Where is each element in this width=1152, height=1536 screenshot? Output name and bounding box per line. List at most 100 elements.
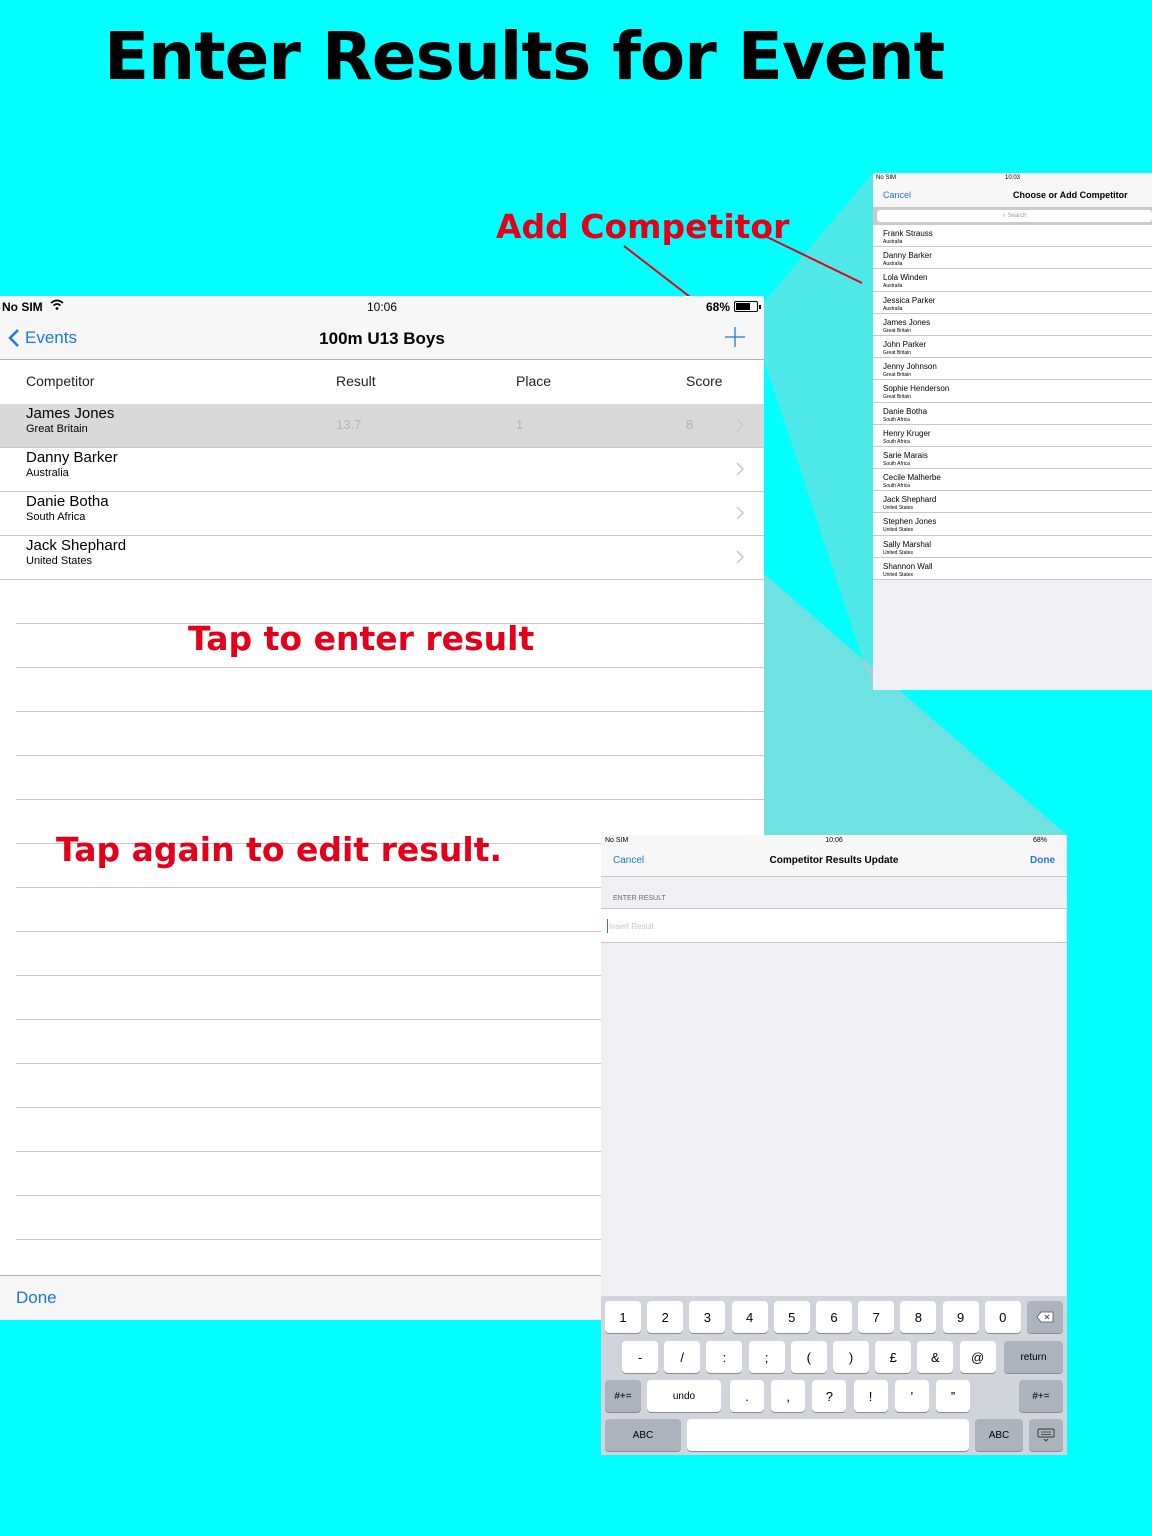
list-item[interactable]: John Parker Great Britain	[873, 336, 1152, 359]
competitor-country: United States	[26, 555, 93, 567]
status-bar: No SIM 10:06 68%	[601, 835, 1067, 847]
key-symbol[interactable]: (	[790, 1341, 827, 1373]
key-punctuation[interactable]: ?	[812, 1380, 847, 1412]
competitor-country: South Africa	[883, 483, 910, 490]
result-field-row	[601, 908, 1067, 943]
list-item[interactable]: Cecile Malherbe South Africa	[873, 469, 1152, 492]
chevron-right-icon	[736, 550, 744, 564]
place-value: 1	[516, 417, 524, 432]
key-symbol[interactable]: /	[664, 1341, 701, 1373]
keyboard-hide-icon	[1037, 1428, 1055, 1442]
symbols-key[interactable]: #+=	[605, 1380, 641, 1412]
key-symbol[interactable]: @	[959, 1341, 996, 1373]
table-row[interactable]: Danny Barker Australia	[0, 448, 764, 492]
competitor-name: Henry Kruger	[883, 428, 931, 438]
key-5[interactable]: 5	[773, 1301, 810, 1333]
key-0[interactable]: 0	[984, 1301, 1021, 1333]
key-punctuation[interactable]: ’	[894, 1380, 929, 1412]
battery-icon	[734, 301, 761, 312]
page-title: 100m U13 Boys	[319, 329, 445, 348]
hide-keyboard-key[interactable]	[1029, 1419, 1063, 1451]
list-item[interactable]: Danie Botha South Africa	[873, 403, 1152, 425]
zoom-wedge-top	[749, 173, 873, 690]
list-item[interactable]: Danny Barker Australia	[873, 247, 1152, 270]
add-competitor-icon[interactable]	[724, 326, 746, 348]
competitor-country: Great Britain	[883, 349, 912, 356]
undo-key[interactable]: undo	[647, 1380, 721, 1412]
battery-percent: 68%	[705, 300, 730, 314]
status-time: 10:06	[825, 837, 843, 844]
list-item[interactable]: Lola Winden Australia	[873, 269, 1152, 292]
list-item[interactable]: Jenny Johnson Great Britain	[873, 358, 1152, 381]
key-4[interactable]: 4	[731, 1301, 768, 1333]
key-7[interactable]: 7	[858, 1301, 895, 1333]
done-button[interactable]: Done	[16, 1288, 57, 1308]
competitor-country: Australia	[883, 261, 903, 268]
competitor-name: Lola Winden	[883, 273, 928, 283]
competitor-name: Jack Shephard	[26, 537, 127, 554]
table-row[interactable]: Jack Shephard United States	[0, 536, 764, 580]
key-symbol[interactable]: -	[622, 1341, 658, 1373]
search-input[interactable]: ⌕ Search	[877, 210, 1152, 222]
callout-tap-again: Tap again to edit result.	[56, 830, 503, 869]
competitor-country: Australia	[883, 283, 903, 290]
chevron-right-icon	[736, 506, 744, 520]
done-button[interactable]: Done	[1030, 855, 1055, 866]
key-6[interactable]: 6	[816, 1301, 852, 1333]
list-item[interactable]: Frank Strauss Australia	[873, 225, 1152, 248]
panel-title: Competitor Results Update	[769, 855, 899, 866]
competitor-country: South Africa	[26, 511, 86, 523]
competitor-country: Australia	[883, 305, 903, 312]
abc-key[interactable]: ABC	[975, 1419, 1023, 1451]
table-row[interactable]: Danie Botha South Africa	[0, 492, 764, 536]
competitor-name: Stephen Jones	[883, 517, 937, 527]
delete-key[interactable]	[1027, 1301, 1063, 1333]
list-item[interactable]: Jessica Parker Australia	[873, 292, 1152, 314]
competitor-list: Frank Strauss Australia Danny Barker Austra…	[873, 225, 1152, 580]
key-3[interactable]: 3	[689, 1301, 726, 1333]
nav-bar: Events 100m U13 Boys	[0, 318, 764, 360]
competitor-name: Jenny Johnson	[883, 362, 937, 372]
list-item[interactable]: Henry Kruger South Africa	[873, 425, 1152, 447]
key-symbol[interactable]: £	[875, 1341, 912, 1373]
list-item[interactable]: James Jones Great Britain	[873, 314, 1152, 336]
competitor-name: Sally Marshal	[883, 539, 932, 549]
competitor-country: South Africa	[883, 438, 910, 445]
key-punctuation[interactable]: !	[853, 1380, 888, 1412]
key-symbol[interactable]: :	[706, 1341, 743, 1373]
competitor-country: Great Britain	[26, 423, 88, 435]
list-item[interactable]: Sarie Marais South Africa	[873, 447, 1152, 470]
symbols-key[interactable]: #+=	[1019, 1380, 1063, 1412]
key-punctuation[interactable]: .	[730, 1380, 764, 1412]
space-key[interactable]	[687, 1419, 969, 1451]
abc-key[interactable]: ABC	[605, 1419, 681, 1451]
list-item[interactable]: Sophie Henderson Great Britain	[873, 380, 1152, 403]
key-1[interactable]: 1	[605, 1301, 641, 1333]
competitor-country: Great Britain	[883, 394, 912, 401]
list-item[interactable]: Jack Shephard United States	[873, 491, 1152, 514]
list-item[interactable]: Stephen Jones United States	[873, 513, 1152, 536]
key-symbol[interactable]: )	[833, 1341, 869, 1373]
competitor-name: Danny Barker	[26, 449, 118, 466]
cancel-button[interactable]: Cancel	[883, 190, 911, 200]
choose-competitor-panel: No SIM 10:03 Cancel Choose or Add Compet…	[873, 173, 1152, 690]
key-symbol[interactable]: ;	[748, 1341, 785, 1373]
key-2[interactable]: 2	[647, 1301, 684, 1333]
key-punctuation[interactable]: ”	[936, 1380, 970, 1412]
score-value: 8	[686, 417, 694, 432]
key-8[interactable]: 8	[900, 1301, 937, 1333]
column-header: Competitor Result Place Score	[0, 360, 764, 404]
battery-percent: 68%	[1032, 837, 1047, 844]
table-row[interactable]: James Jones Great Britain 13.7 1 8	[0, 404, 764, 448]
competitor-name: Frank Strauss	[883, 229, 933, 238]
list-item[interactable]: Shannon Wall United States	[873, 558, 1152, 580]
result-input[interactable]	[607, 919, 1047, 933]
chevron-right-icon	[736, 418, 744, 432]
key-9[interactable]: 9	[942, 1301, 979, 1333]
competitor-country: South Africa	[883, 416, 910, 423]
list-item[interactable]: Sally Marshal United States	[873, 536, 1152, 558]
key-punctuation[interactable]: ,	[771, 1380, 806, 1412]
return-key[interactable]: return	[1004, 1341, 1063, 1373]
result-value: 13.7	[336, 417, 362, 432]
key-symbol[interactable]: &	[917, 1341, 954, 1373]
